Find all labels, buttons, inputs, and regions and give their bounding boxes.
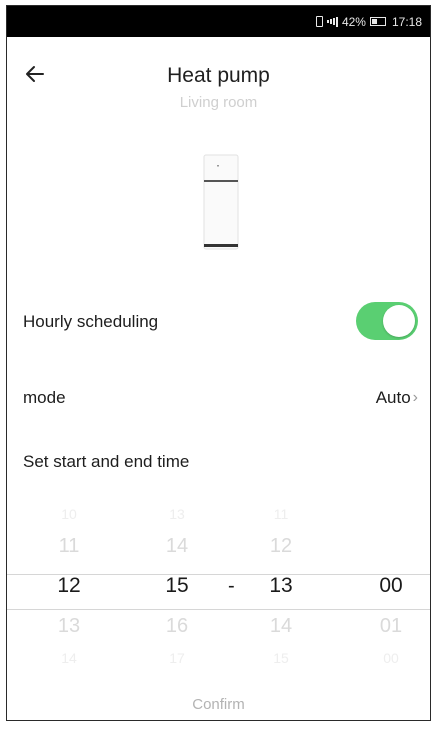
picker-option [361, 526, 421, 566]
mode-label: mode [23, 388, 66, 407]
battery-percent: 42% [341, 14, 366, 29]
confirm-button[interactable]: Confirm [7, 696, 430, 713]
start-hour-selected: 12 [57, 574, 81, 597]
picker-option: 10 [61, 506, 77, 522]
picker-option: 17 [169, 650, 185, 666]
start-minute-selected: 15 [165, 574, 189, 597]
picker-option: 11 [58, 535, 80, 557]
hourly-scheduling-toggle[interactable] [356, 302, 418, 340]
picker-option: 14 [165, 535, 189, 557]
status-bar: 42% 17:18 [7, 6, 430, 37]
picker-option: 14 [61, 650, 77, 666]
time-picker[interactable]: 10 11 12 13 14 13 14 15 16 17 11 12 13 1… [7, 502, 430, 668]
hourly-scheduling-label: Hourly scheduling [23, 312, 159, 331]
battery-icon [369, 17, 386, 26]
time-section-label: Set start and end time [23, 452, 190, 471]
end-minute-selected: 00 [379, 574, 403, 597]
mode-value: Auto [375, 388, 411, 407]
heat-pump-device-icon [203, 154, 239, 250]
picker-option: 15 [273, 650, 289, 666]
start-hour-wheel[interactable]: 10 11 12 13 14 [39, 502, 99, 670]
picker-option: 14 [269, 615, 293, 637]
mode-selector[interactable]: Auto › [376, 388, 418, 408]
picker-option: 11 [273, 506, 289, 522]
picker-option: 13 [169, 506, 185, 522]
picker-option: 12 [269, 535, 293, 557]
picker-option: 16 [165, 615, 189, 637]
end-hour-wheel[interactable]: 11 12 13 14 15 [251, 502, 311, 670]
page-title: Heat pump [167, 64, 270, 87]
chevron-right-icon: › [412, 389, 418, 406]
picker-option [361, 502, 421, 526]
picker-option: 13 [57, 615, 81, 637]
clock: 17:18 [391, 14, 422, 29]
toggle-knob [383, 305, 415, 337]
picker-option: 00 [383, 650, 399, 666]
signal-icon [326, 16, 338, 27]
room-subtitle: Living room [179, 94, 258, 111]
time-range-separator: - [228, 575, 235, 597]
end-hour-selected: 13 [269, 574, 293, 597]
app-screen: 42% 17:18 Heat pump Living room Hourly s… [6, 5, 431, 721]
start-minute-wheel[interactable]: 13 14 15 16 17 [147, 502, 207, 670]
end-minute-wheel[interactable]: 00 01 00 [361, 502, 421, 670]
vibrate-icon [315, 16, 323, 27]
picker-option: 01 [379, 615, 403, 637]
